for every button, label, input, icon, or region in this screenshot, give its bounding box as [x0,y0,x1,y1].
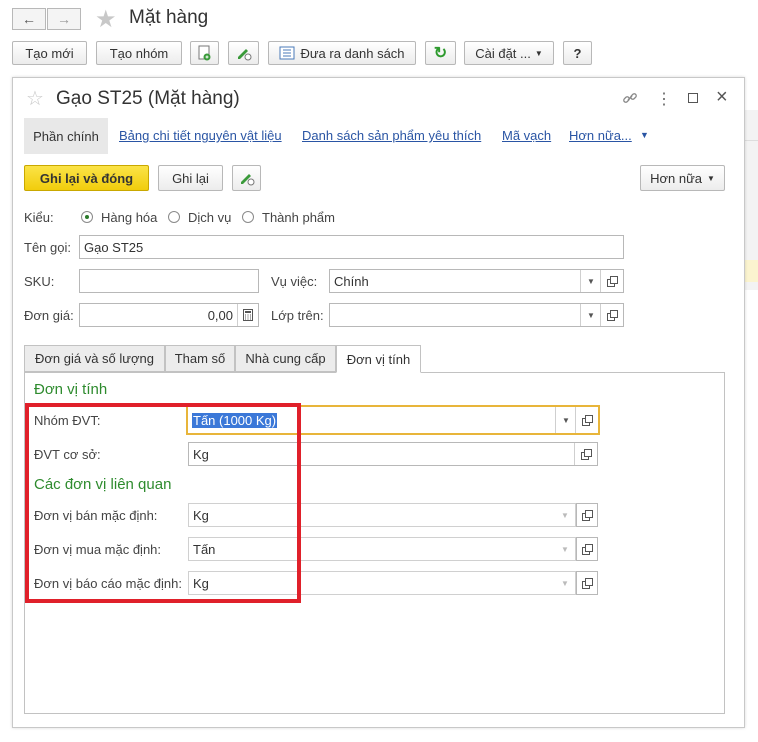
save-button[interactable]: Ghi lại [158,165,223,191]
base-unit-input[interactable]: Kg [188,442,598,466]
more-vertical-icon[interactable]: ⋮ [656,89,672,109]
background-list-strip [745,110,758,290]
sku-label: SKU: [24,274,55,289]
open-icon[interactable] [600,270,623,292]
report-unit-select[interactable]: Kg ▼ [188,571,576,595]
show-list-label: Đưa ra danh sách [300,45,405,61]
copy-button[interactable] [190,41,219,65]
create-group-button[interactable]: Tạo nhóm [96,41,182,65]
sale-unit-label: Đơn vị bán mặc định: [34,508,158,523]
unit-group-value: Tấn (1000 Kg) [192,412,278,428]
star-icon[interactable]: ☆ [26,86,44,111]
unit-group-select[interactable]: Tấn (1000 Kg) ▼ [186,405,600,435]
name-input[interactable]: Gạo ST25 [79,235,624,259]
report-unit-value: Kg [193,575,209,591]
radio-product-label[interactable]: Thành phẩm [262,210,335,225]
more-actions-button[interactable]: Hơn nữa ▼ [640,165,725,191]
help-button[interactable]: ? [563,41,592,65]
forward-button[interactable]: → [47,8,81,30]
edit-pencil-icon [237,49,251,61]
base-unit-value: Kg [193,446,209,462]
purchase-unit-value: Tấn [193,541,216,557]
arrow-right-icon: → [57,11,71,27]
open-icon[interactable] [574,443,597,465]
radio-goods-label[interactable]: Hàng hóa [101,210,157,225]
tab-units[interactable]: Đơn vị tính [336,345,421,373]
tab-price-qty[interactable]: Đơn giá và số lượng [24,345,165,372]
calculator-icon[interactable] [237,304,258,326]
copy-document-icon [198,45,210,61]
page-title: Mặt hàng [129,7,209,28]
edit-button[interactable] [228,41,259,65]
list-icon [279,46,295,60]
refresh-icon: ↻ [433,45,448,62]
chevron-down-icon[interactable]: ▼ [580,270,601,292]
related-units-title: Các đơn vị liên quan [34,476,172,493]
open-icon[interactable] [600,304,623,326]
report-unit-label: Đơn vị báo cáo mặc định: [34,576,182,591]
chevron-down-icon[interactable]: ▼ [555,504,575,526]
radio-service[interactable] [168,211,180,223]
chevron-down-icon: ▼ [534,48,543,58]
form-title: Gạo ST25 (Mặt hàng) [56,88,240,109]
settings-label: Cài đặt ... [475,45,531,61]
chevron-down-icon[interactable]: ▼ [555,538,575,560]
link-icon[interactable] [622,90,638,109]
edit-pencil-icon [240,174,254,186]
purchase-unit-label: Đơn vị mua mặc định: [34,542,162,557]
name-label: Tên gọi: [24,240,71,255]
chevron-down-icon[interactable]: ▼ [580,304,601,326]
refresh-button[interactable]: ↻ [425,41,456,65]
parent-select[interactable]: ▼ [329,303,624,327]
show-list-button[interactable]: Đưa ra danh sách [268,41,416,65]
sale-unit-select[interactable]: Kg ▼ [188,503,576,527]
chevron-down-icon: ▼ [640,130,649,140]
chevron-down-icon: ▼ [707,173,715,183]
open-icon[interactable] [576,503,598,527]
chevron-down-icon[interactable]: ▼ [555,572,575,594]
maximize-icon[interactable] [688,93,698,103]
close-icon[interactable]: × [716,86,728,109]
save-close-button[interactable]: Ghi lại và đóng [24,165,149,191]
arrow-left-icon: ← [22,11,36,27]
open-icon[interactable] [576,537,598,561]
radio-service-label[interactable]: Dịch vụ [188,210,231,225]
create-new-button[interactable]: Tạo mới [12,41,87,65]
radio-product[interactable] [242,211,254,223]
sku-input[interactable] [79,269,259,293]
type-label: Kiểu: [24,210,54,225]
chevron-down-icon[interactable]: ▼ [555,407,576,433]
nav-main-label: Phần chính [33,128,99,144]
base-unit-label: ĐVT cơ sở: [34,447,101,462]
price-label: Đơn giá: [24,308,74,323]
tab-params[interactable]: Tham số [165,345,235,372]
star-icon[interactable]: ★ [95,5,117,34]
business-select[interactable]: Chính ▼ [329,269,624,293]
settings-button[interactable]: Cài đặt ... ▼ [464,41,554,65]
nav-materials-link[interactable]: Bảng chi tiết nguyên vật liệu [119,128,282,143]
tab-suppliers[interactable]: Nhà cung cấp [235,345,336,372]
nav-main-tab[interactable]: Phần chính [24,118,108,154]
price-input[interactable]: 0,00 [79,303,259,327]
parent-label: Lớp trên: [271,308,324,323]
sale-unit-value: Kg [193,507,209,523]
purchase-unit-select[interactable]: Tấn ▼ [188,537,576,561]
unit-group-label: Nhóm ĐVT: [34,413,101,428]
open-icon[interactable] [576,571,598,595]
radio-goods[interactable] [81,211,93,223]
business-value: Chính [334,273,369,289]
nav-more-link[interactable]: Hơn nữa... [569,128,632,143]
nav-barcode-link[interactable]: Mã vạch [502,128,551,143]
business-label: Vụ việc: [271,274,318,289]
nav-favorites-link[interactable]: Danh sách sản phẩm yêu thích [302,128,481,143]
more-actions-label: Hơn nữa [650,170,702,186]
open-icon[interactable] [575,407,598,433]
price-value: 0,00 [207,307,233,323]
units-section-title: Đơn vị tính [34,381,108,398]
back-button[interactable]: ← [12,8,46,30]
edit-button[interactable] [232,165,261,191]
